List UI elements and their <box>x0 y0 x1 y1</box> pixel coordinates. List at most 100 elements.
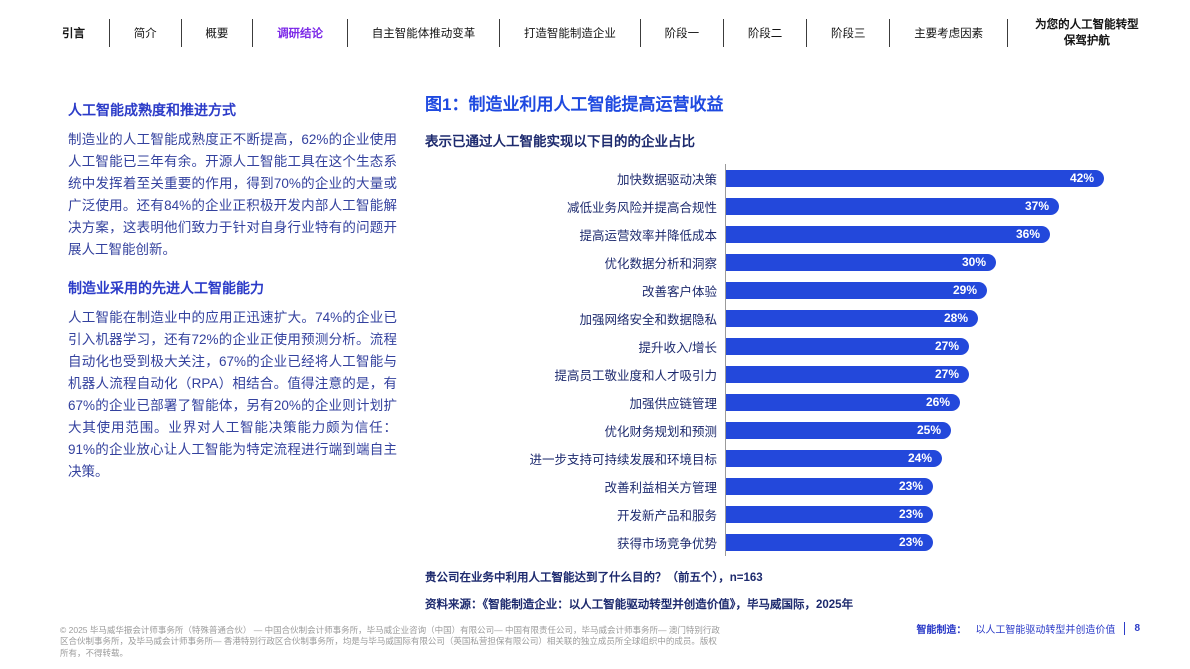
bar-value-label: 29% <box>953 283 977 297</box>
nav-divider <box>181 19 182 47</box>
nav-item-3[interactable]: 概要 <box>193 25 240 41</box>
footer-legal-text: © 2025 毕马威华振会计师事务所（特殊普通合伙） — 中国合伙制会计师事务所… <box>60 625 722 660</box>
bar-chart-rows: 加快数据驱动决策 42% 减低业务风险并提高合规性 37% 提高运营效率并降低成… <box>425 164 1140 556</box>
bar-value-label: 23% <box>899 479 923 493</box>
bar-category-label: 改善客户体验 <box>425 281 725 300</box>
nav-item-4[interactable]: 调研结论 <box>265 25 335 41</box>
nav-divider <box>252 19 253 47</box>
bar-track: 30% <box>725 248 1140 276</box>
bar-category-label: 加强网络安全和数据隐私 <box>425 309 725 328</box>
bar-category-label: 优化财务规划和预测 <box>425 421 725 440</box>
chart-row: 提升收入/增长 27% <box>425 332 1140 360</box>
left-section: 制造业采用的先进人工智能能力 人工智能在制造业中的应用正迅速扩大。74%的企业已… <box>68 278 397 483</box>
bar-value-label: 24% <box>908 451 932 465</box>
bar-track: 29% <box>725 276 1140 304</box>
bar: 24% <box>726 450 942 467</box>
bar-value-label: 23% <box>899 507 923 521</box>
bar-value-label: 26% <box>926 395 950 409</box>
chart-title: 图1：制造业利用人工智能提高运营收益 <box>425 90 1140 115</box>
bar-track: 36% <box>725 220 1140 248</box>
nav-divider <box>499 19 500 47</box>
chart-subtitle: 表示已通过人工智能实现以下目的的企业占比 <box>425 130 1140 150</box>
bar-value-label: 27% <box>935 339 959 353</box>
nav-item-2[interactable]: 简介 <box>122 25 169 41</box>
bar-track: 23% <box>725 472 1140 500</box>
bar-value-label: 37% <box>1025 199 1049 213</box>
bar: 36% <box>726 226 1050 243</box>
chart-footnote: 贵公司在业务中利用人工智能达到了什么目的？（前五个），n=163 <box>425 569 1140 585</box>
left-section: 人工智能成熟度和推进方式 制造业的人工智能成熟度正不断提高，62%的企业使用人工… <box>68 100 397 261</box>
bar-track: 37% <box>725 192 1140 220</box>
figure-1-chart: 图1：制造业利用人工智能提高运营收益 表示已通过人工智能实现以下目的的企业占比 … <box>425 90 1140 612</box>
section-body: 制造业的人工智能成熟度正不断提高，62%的企业使用人工智能已三年有余。开源人工智… <box>68 129 397 261</box>
bar-category-label: 加快数据驱动决策 <box>425 169 725 188</box>
chart-row: 加强供应链管理 26% <box>425 388 1140 416</box>
bar: 30% <box>726 254 996 271</box>
nav-divider <box>1007 19 1008 47</box>
bar: 23% <box>726 478 933 495</box>
bar: 26% <box>726 394 960 411</box>
nav-item-10[interactable]: 主要考虑因素 <box>902 25 995 41</box>
bar-track: 23% <box>725 528 1140 556</box>
bar: 37% <box>726 198 1059 215</box>
chart-row: 获得市场竞争优势 23% <box>425 528 1140 556</box>
bar-track: 24% <box>725 444 1140 472</box>
bar-category-label: 提高员工敬业度和人才吸引力 <box>425 365 725 384</box>
bar-value-label: 42% <box>1070 171 1094 185</box>
bar: 25% <box>726 422 951 439</box>
nav-item-1[interactable]: 引言 <box>58 25 97 41</box>
footer-report-title: 智能制造： <box>916 621 966 636</box>
bar-track: 27% <box>725 332 1140 360</box>
nav-item-8[interactable]: 阶段二 <box>736 25 795 41</box>
bar-track: 42% <box>725 164 1140 192</box>
chart-row: 加快数据驱动决策 42% <box>425 164 1140 192</box>
nav-item-7[interactable]: 阶段一 <box>653 25 712 41</box>
bar-category-label: 减低业务风险并提高合规性 <box>425 197 725 216</box>
bar: 27% <box>726 338 969 355</box>
nav-divider <box>347 19 348 47</box>
bar-track: 27% <box>725 360 1140 388</box>
bar: 27% <box>726 366 969 383</box>
nav-item-9[interactable]: 阶段三 <box>819 25 878 41</box>
left-column: 人工智能成熟度和推进方式 制造业的人工智能成熟度正不断提高，62%的企业使用人工… <box>68 100 397 500</box>
footer-report-subtitle: 以人工智能驱动转型并创造价值 <box>975 621 1115 636</box>
bar-track: 28% <box>725 304 1140 332</box>
top-nav: 引言 简介 概要 调研结论 自主智能体推动变革 打造智能制造企业 阶段一 阶段二 阶段三 主要考虑… <box>58 12 1142 54</box>
bar-category-label: 进一步支持可持续发展和环境目标 <box>425 449 725 468</box>
bar: 28% <box>726 310 978 327</box>
nav-divider <box>806 19 807 47</box>
bar-track: 25% <box>725 416 1140 444</box>
nav-item-6[interactable]: 打造智能制造企业 <box>512 25 628 41</box>
chart-row: 加强网络安全和数据隐私 28% <box>425 304 1140 332</box>
nav-item-5[interactable]: 自主智能体推动变革 <box>360 25 488 41</box>
nav-divider <box>889 19 890 47</box>
page-number: 8 <box>1134 623 1140 634</box>
bar-category-label: 开发新产品和服务 <box>425 505 725 524</box>
bar-category-label: 获得市场竞争优势 <box>425 533 725 552</box>
chart-source: 资料来源：《智能制造企业：以人工智能驱动转型并创造价值》，毕马威国际，2025年 <box>425 596 1140 612</box>
bar-value-label: 25% <box>917 423 941 437</box>
chart-row: 优化数据分析和洞察 30% <box>425 248 1140 276</box>
bar-category-label: 加强供应链管理 <box>425 393 725 412</box>
bar-category-label: 优化数据分析和洞察 <box>425 253 725 272</box>
bar-value-label: 23% <box>899 535 923 549</box>
bar: 23% <box>726 506 933 523</box>
chart-row: 改善利益相关方管理 23% <box>425 472 1140 500</box>
nav-item-11[interactable]: 为您的人工智能转型保驾护航 <box>1020 17 1142 49</box>
bar: 42% <box>726 170 1104 187</box>
bar-value-label: 28% <box>944 311 968 325</box>
section-body: 人工智能在制造业中的应用正迅速扩大。74%的企业已引入机器学习，还有72%的企业… <box>68 307 397 483</box>
chart-row: 提高运营效率并降低成本 36% <box>425 220 1140 248</box>
section-heading: 制造业采用的先进人工智能能力 <box>68 278 397 298</box>
nav-divider <box>640 19 641 47</box>
nav-divider <box>109 19 110 47</box>
bar-value-label: 27% <box>935 367 959 381</box>
footer-divider <box>1124 622 1125 635</box>
bar-category-label: 改善利益相关方管理 <box>425 477 725 496</box>
chart-row: 改善客户体验 29% <box>425 276 1140 304</box>
chart-row: 优化财务规划和预测 25% <box>425 416 1140 444</box>
bar-track: 23% <box>725 500 1140 528</box>
bar-category-label: 提高运营效率并降低成本 <box>425 225 725 244</box>
bar-category-label: 提升收入/增长 <box>425 337 725 356</box>
bar: 29% <box>726 282 987 299</box>
